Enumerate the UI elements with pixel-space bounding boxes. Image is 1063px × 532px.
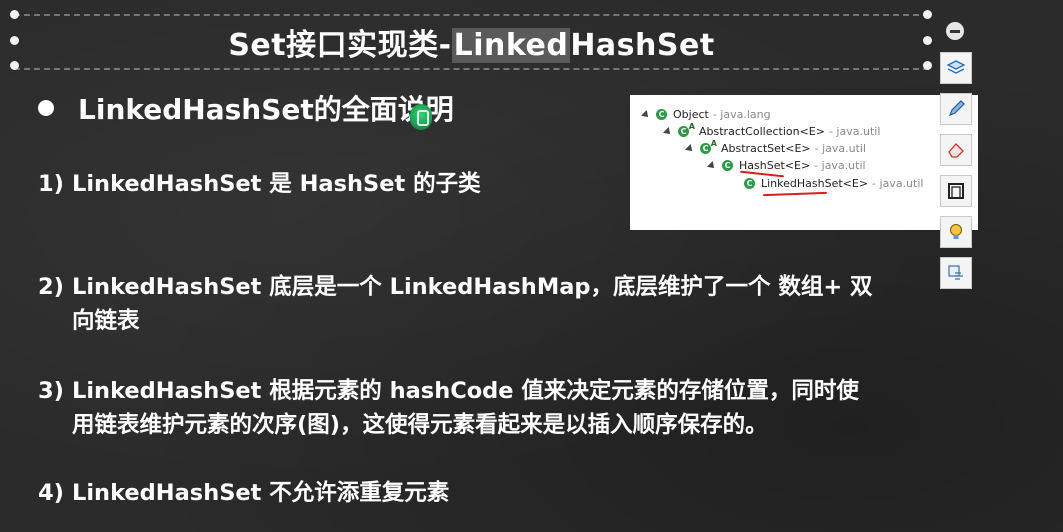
expand-triangle-icon[interactable]	[707, 160, 717, 171]
point-1: 1) LinkedHashSet 是 HashSet 的子类	[38, 167, 481, 201]
heading-row: LinkedHashSet的全面说明	[38, 88, 454, 128]
title-suffix: HashSet	[570, 28, 715, 63]
cursor-marker-icon	[410, 104, 432, 130]
node-package: - java.util	[828, 125, 881, 138]
bullet-icon	[38, 100, 54, 116]
abstract-class-icon: CA	[678, 122, 695, 137]
eraser-button[interactable]	[940, 134, 972, 166]
node-name: LinkedHashSet<E>	[761, 177, 869, 190]
point-4: 4) LinkedHashSet 不允许添重复元素	[38, 476, 449, 510]
node-name: Object	[673, 108, 709, 121]
abstract-class-icon: CA	[700, 139, 717, 154]
point-text-cont: 用链表维护元素的次序(图)，这使得元素看起来是以插入顺序保存的。	[72, 412, 768, 438]
hierarchy-node-hashset[interactable]: C HashSet<E> - java.util	[707, 159, 866, 172]
class-hierarchy-panel: C Object - java.lang CA AbstractCollectio…	[630, 95, 978, 230]
frame-handle-dot[interactable]	[923, 10, 932, 19]
hierarchy-node-abstractset[interactable]: CA AbstractSet<E> - java.util	[685, 139, 867, 155]
expand-triangle-icon[interactable]	[663, 126, 673, 137]
slide-title: Set接口实现类-LinkedHashSet	[0, 20, 943, 64]
section-heading: LinkedHashSet的全面说明	[78, 93, 454, 126]
node-name: AbstractCollection<E>	[699, 125, 825, 138]
point-number: 2)	[38, 274, 64, 300]
hierarchy-node-object[interactable]: C Object - java.lang	[641, 108, 771, 121]
point-text-cont: 向链表	[72, 308, 140, 334]
layers-button[interactable]	[940, 52, 972, 84]
point-text: LinkedHashSet 底层是一个 LinkedHashMap，底层维护了一…	[72, 274, 873, 300]
point-text: LinkedHashSet 根据元素的 hashCode 值来决定元素的存储位置…	[72, 378, 859, 404]
node-package: - java.util	[814, 159, 866, 172]
pen-button[interactable]	[940, 93, 972, 125]
node-package: - java.util	[814, 142, 867, 155]
layers-icon	[946, 60, 966, 74]
lightbulb-icon	[950, 224, 962, 239]
hierarchy-node-linkedhashset[interactable]: C LinkedHashSet<E> - java.util	[744, 177, 923, 190]
expand-triangle-icon[interactable]	[641, 109, 651, 120]
frame-handle-dot[interactable]	[10, 10, 19, 19]
node-name: AbstractSet<E>	[721, 142, 811, 155]
frame-button[interactable]	[940, 175, 972, 207]
point-text: LinkedHashSet 是 HashSet 的子类	[72, 171, 481, 197]
node-name: HashSet<E>	[739, 159, 811, 172]
class-icon: C	[722, 160, 733, 171]
title-highlight: Linked	[451, 28, 571, 63]
translate-button[interactable]	[940, 257, 972, 289]
node-package: - java.util	[872, 177, 924, 190]
eraser-icon	[948, 143, 964, 158]
point-number: 3)	[38, 378, 64, 404]
expand-triangle-icon[interactable]	[685, 143, 695, 154]
hierarchy-node-abstractcollection[interactable]: CA AbstractCollection<E> - java.util	[663, 122, 881, 138]
pen-icon	[948, 100, 965, 117]
minimize-button[interactable]	[946, 22, 964, 40]
text-translate-icon	[948, 265, 963, 280]
point-number: 1)	[38, 171, 64, 197]
hint-button[interactable]	[940, 216, 972, 248]
class-icon: C	[656, 109, 667, 120]
title-prefix: Set接口实现类-	[228, 28, 452, 63]
frame-icon	[948, 183, 964, 199]
node-package: - java.lang	[712, 108, 771, 121]
point-text: LinkedHashSet 不允许添重复元素	[72, 480, 450, 506]
point-3: 3) LinkedHashSet 根据元素的 hashCode 值来决定元素的存储…	[38, 374, 859, 442]
linkedhashset-underline	[762, 191, 828, 197]
point-2: 2) LinkedHashSet 底层是一个 LinkedHashMap，底层维护…	[38, 270, 873, 338]
point-number: 4)	[38, 480, 64, 506]
class-icon: C	[744, 178, 755, 189]
